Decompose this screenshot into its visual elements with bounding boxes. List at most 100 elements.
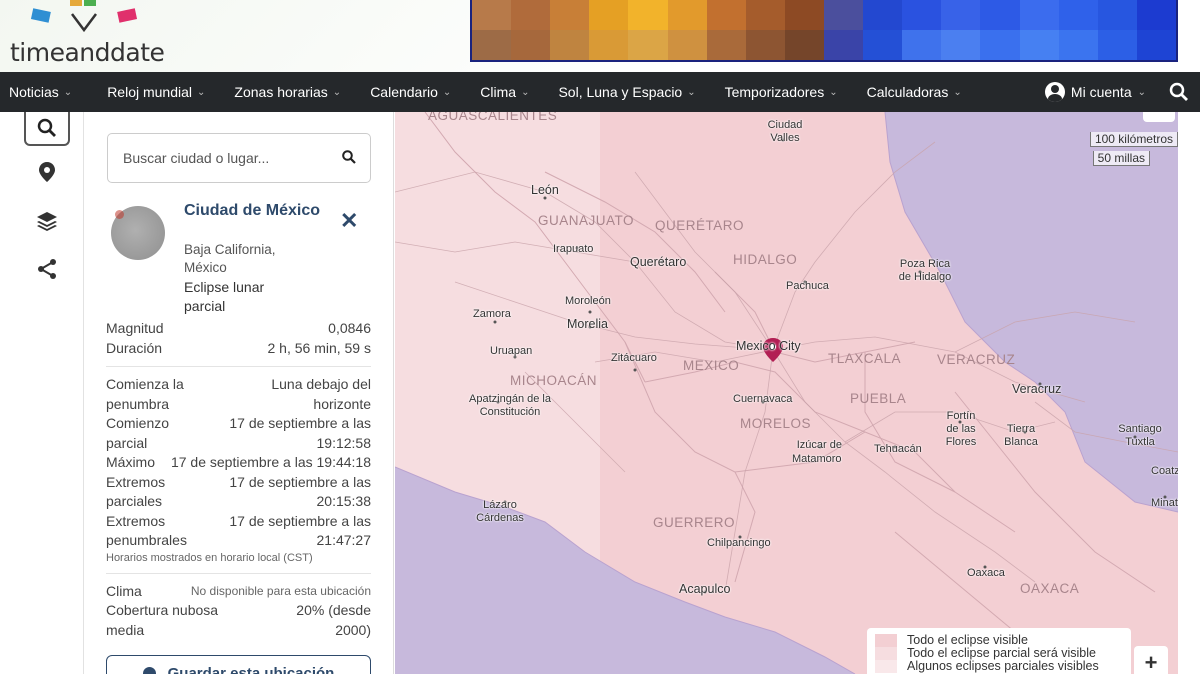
save-location-button[interactable]: Guardar esta ubicación xyxy=(106,655,371,674)
state-label: AGUASCALIENTES xyxy=(428,112,558,123)
layers-icon xyxy=(37,212,57,231)
city-label: Pachuca xyxy=(786,280,829,292)
nav-calculadoras[interactable]: Calculadoras ⌄ xyxy=(847,72,971,112)
eclipse-map[interactable]: 100 kilómetros 50 millas AGUASCALIENTES … xyxy=(395,112,1178,674)
scale-mi: 50 millas xyxy=(1092,151,1150,166)
nav-reloj-mundial[interactable]: Reloj mundial ⌄ xyxy=(81,72,214,112)
rail-layers-button[interactable] xyxy=(24,204,70,238)
nav-zonas-horarias[interactable]: Zonas horarias ⌄ xyxy=(214,72,350,112)
detail-label: Cobertura nubosa media xyxy=(106,602,219,638)
detail-label: Clima xyxy=(106,582,142,599)
nav-label: Calendario xyxy=(370,84,438,100)
nav-temporizadores[interactable]: Temporizadores ⌄ xyxy=(705,72,847,112)
rail-location-button[interactable] xyxy=(24,155,70,189)
nav-label: Noticias xyxy=(9,84,59,100)
city-label: Zamora xyxy=(473,308,511,320)
map-tool-rail xyxy=(0,112,84,674)
city-label: Oaxaca xyxy=(967,567,1005,579)
city-label: Coatzacoalcos xyxy=(1151,465,1178,477)
chevron-down-icon: ⌄ xyxy=(332,86,342,98)
city-label: Apatzingán de la Constitución xyxy=(469,393,551,418)
rail-share-button[interactable] xyxy=(24,252,70,286)
chevron-down-icon: ⌄ xyxy=(687,86,696,98)
location-name[interactable]: Ciudad de México xyxy=(184,201,334,220)
logo-icon[interactable] xyxy=(28,0,148,36)
zoom-in-button[interactable]: + xyxy=(1134,646,1168,674)
site-header: timeanddate xyxy=(0,0,1200,72)
city-label: Acapulco xyxy=(679,582,731,596)
nav-label: Reloj mundial xyxy=(107,84,193,100)
city-label: Uruapan xyxy=(490,345,533,357)
state-label: MEXICO xyxy=(683,358,740,373)
detail-label: Magnitud xyxy=(106,320,164,336)
state-label: HIDALGO xyxy=(733,252,798,267)
state-label: OAXACA xyxy=(1020,581,1080,596)
location-region: Baja California, México xyxy=(184,242,276,275)
nav-search-button[interactable] xyxy=(1158,72,1200,112)
chevron-down-icon: ⌄ xyxy=(829,86,838,98)
city-label: Santiago Tuxtla xyxy=(1118,423,1162,448)
account-label: Mi cuenta xyxy=(1070,84,1132,100)
legend-swatch xyxy=(875,647,897,660)
logo-text[interactable]: timeanddate xyxy=(10,38,165,67)
legend-item: Algunos eclipses parciales visibles xyxy=(875,660,1123,673)
search-icon xyxy=(1169,82,1188,101)
detail-value: 17 de septiembre a las 19:44:18 xyxy=(170,454,371,470)
detail-row: Clima No disponible para esta ubicación xyxy=(106,582,371,602)
detail-label: Comienza la penumbra xyxy=(106,376,184,412)
city-label: Morelia xyxy=(567,317,608,331)
city-label: Poza Rica de Hidalgo xyxy=(898,258,952,283)
detail-value: 0,0846 xyxy=(328,320,371,336)
close-icon[interactable]: ✕ xyxy=(340,208,358,234)
scale-km: 100 kilómetros xyxy=(1089,132,1178,147)
detail-row: Máximo 17 de septiembre a las 19:44:18 xyxy=(106,453,371,473)
legend-swatch xyxy=(875,660,897,673)
city-label: Lázaro Cárdenas xyxy=(476,499,524,524)
city-label: Tierra Blanca xyxy=(1004,423,1038,448)
state-label: MORELOS xyxy=(740,416,812,431)
rail-search-button[interactable] xyxy=(24,112,70,146)
advertisement-banner[interactable] xyxy=(470,0,1178,62)
divider xyxy=(106,572,371,574)
timezone-note: Horarios mostrados en horario local (CST… xyxy=(106,551,313,564)
eclipse-details: Magnitud 0,0846 Duración 2 h, 56 min, 59 s… xyxy=(106,319,371,640)
chevron-down-icon: ⌄ xyxy=(1137,86,1146,98)
detail-value: 2 h, 56 min, 59 s xyxy=(267,339,371,356)
detail-label: Máximo xyxy=(106,454,156,470)
detail-row: Extremos parciales 17 de septiembre a las… xyxy=(106,473,371,512)
detail-label: Comienzo parcial xyxy=(106,415,170,451)
divider xyxy=(106,366,371,367)
map-pin-icon xyxy=(39,162,55,182)
eclipse-type: Eclipse lunar parcial xyxy=(184,279,265,314)
nav-clima[interactable]: Clima ⌄ xyxy=(460,72,538,112)
map-legend: Todo el eclipse visible Todo el eclipse … xyxy=(867,628,1131,674)
detail-label: Extremos penumbrales xyxy=(106,512,187,549)
chevron-down-icon: ⌄ xyxy=(197,86,206,98)
city-label: Tehuacán xyxy=(874,443,922,455)
detail-row: Duración 2 h, 56 min, 59 s xyxy=(106,339,371,359)
city-label: Cuernavaca xyxy=(733,393,793,405)
account-menu[interactable]: Mi cuenta ⌄ xyxy=(1033,82,1158,102)
share-icon xyxy=(38,259,56,279)
nav-label: Calculadoras xyxy=(866,84,949,100)
detail-row: Cobertura nubosa media 20% (desde 2000) xyxy=(106,601,371,640)
chevron-down-icon: ⌄ xyxy=(442,86,452,98)
search-input[interactable] xyxy=(108,134,328,182)
detail-label: Extremos parciales xyxy=(106,473,166,510)
location-panel: Ciudad de México Baja California, México… xyxy=(84,112,394,674)
search-icon[interactable] xyxy=(342,150,356,164)
city-label: Fortín de las Flores xyxy=(945,410,977,448)
state-label: PUEBLA xyxy=(850,391,907,406)
save-icon xyxy=(142,667,156,674)
detail-value: Luna debajo del horizonte xyxy=(271,376,371,412)
legend-label: Algunos eclipses parciales visibles xyxy=(907,659,1099,673)
state-label: MICHOACÁN xyxy=(510,373,598,388)
nav-noticias[interactable]: Noticias ⌄ xyxy=(0,72,81,112)
nav-sol-luna-espacio[interactable]: Sol, Luna y Espacio ⌄ xyxy=(538,72,704,112)
state-label: TLAXCALA xyxy=(828,351,902,366)
search-icon xyxy=(37,118,56,137)
zoom-out-button[interactable] xyxy=(1143,112,1175,122)
nav-calendario[interactable]: Calendario ⌄ xyxy=(350,72,460,112)
nav-label: Zonas horarias xyxy=(234,84,328,100)
detail-row: Comienzo parcial 17 de septiembre a las 1… xyxy=(106,414,371,453)
